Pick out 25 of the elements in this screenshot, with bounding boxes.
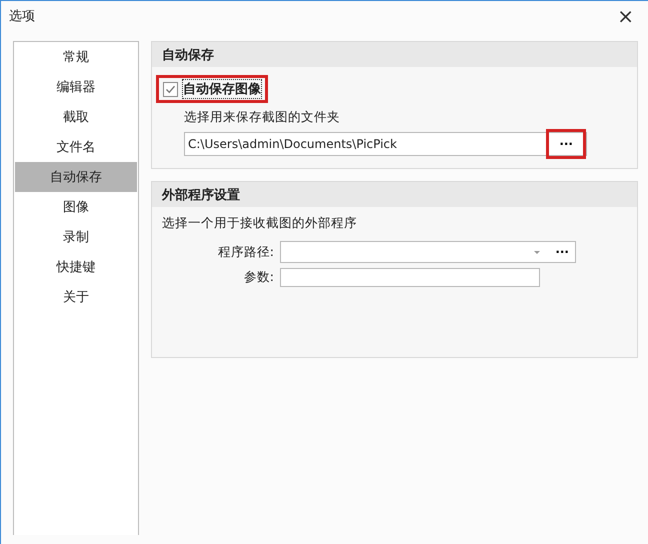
close-button[interactable]: ×	[611, 6, 640, 26]
browse-button[interactable]: ···	[553, 134, 579, 154]
browse-button[interactable]: ···	[549, 242, 575, 262]
sidebar-item[interactable]: 自动保存	[15, 162, 137, 192]
program-path-dropdown[interactable]: ···	[280, 241, 576, 263]
sidebar-item[interactable]: 录制	[15, 222, 137, 252]
panel-title: 自动保存	[152, 42, 637, 67]
checkmark-icon	[165, 84, 176, 94]
auto-save-checkbox[interactable]: 自动保存图像	[163, 80, 261, 98]
parameters-field[interactable]	[280, 268, 540, 287]
program-path-label: 程序路径:	[216, 244, 274, 260]
folder-label: 选择用来保存截图的文件夹	[183, 109, 341, 126]
folder-path-field[interactable]: C:\Users\admin\Documents\PicPick ···	[184, 132, 587, 156]
sidebar-item[interactable]: 编辑器	[15, 72, 137, 102]
sidebar-item[interactable]: 截取	[15, 102, 137, 132]
sidebar-item[interactable]: 常规	[15, 42, 137, 72]
panel-title: 外部程序设置	[152, 182, 637, 207]
description-text: 选择一个用于接收截图的外部程序	[162, 215, 358, 232]
sidebar-item[interactable]: 文件名	[15, 132, 137, 162]
dropdown-arrow-icon	[533, 250, 542, 254]
window-title: 选项	[9, 8, 35, 25]
sidebar-item[interactable]: 关于	[15, 282, 137, 312]
sidebar-item[interactable]: 快捷键	[15, 252, 137, 282]
sidebar-item[interactable]: 图像	[15, 192, 137, 222]
parameters-label: 参数:	[242, 269, 274, 286]
